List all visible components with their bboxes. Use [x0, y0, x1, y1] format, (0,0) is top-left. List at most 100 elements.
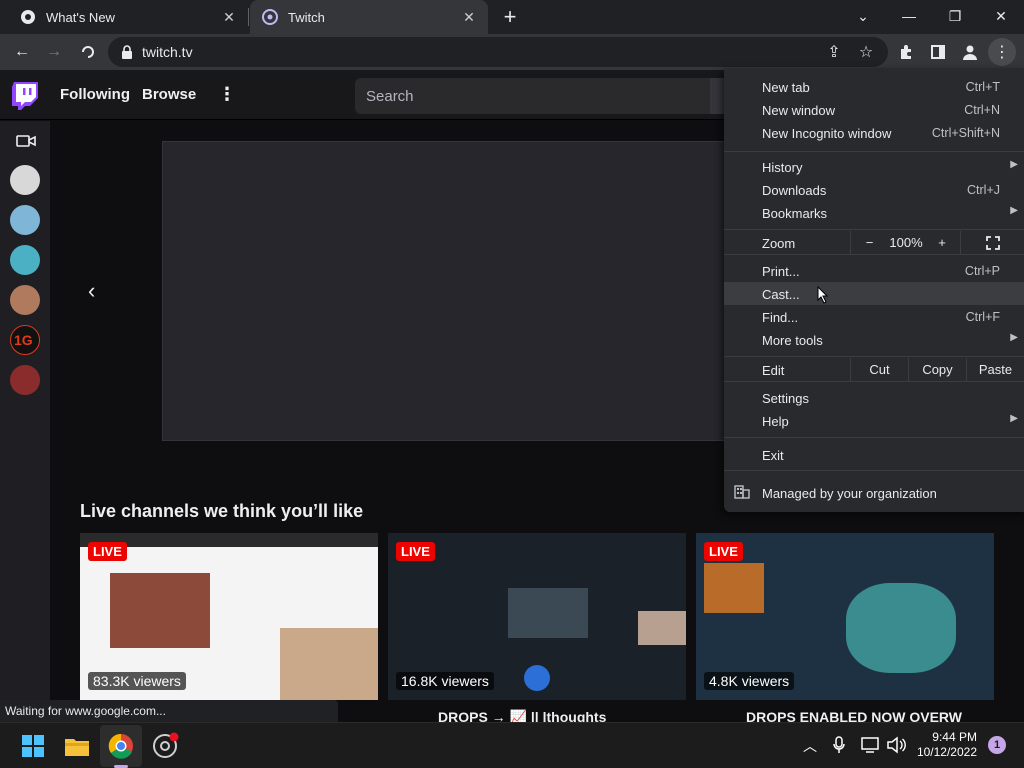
menu-bookmarks[interactable]: Bookmarks ▶: [724, 201, 1024, 224]
menu-downloads[interactable]: Downloads Ctrl+J: [724, 178, 1024, 201]
stream-card[interactable]: LIVE 83.3K viewers: [80, 533, 378, 700]
new-tab-button[interactable]: +: [498, 4, 522, 30]
taskbar-clock[interactable]: 9:44 PM 10/12/2022: [917, 730, 977, 760]
volume-icon[interactable]: [886, 736, 906, 754]
menu-divider: [724, 356, 1024, 357]
menu-label: More tools: [762, 333, 823, 348]
menu-label: New tab: [762, 80, 810, 95]
network-icon[interactable]: [860, 736, 880, 754]
submenu-arrow-icon: ▶: [1010, 332, 1018, 343]
menu-new-tab[interactable]: New tab Ctrl+T: [724, 75, 1024, 98]
followed-channels-sidebar: 1G: [0, 121, 50, 701]
restore-button[interactable]: ❐: [932, 0, 978, 32]
carousel-prev-icon[interactable]: ‹: [88, 278, 108, 306]
live-badge: LIVE: [88, 542, 127, 561]
menu-shortcut: Ctrl+P: [964, 264, 1000, 278]
live-badge: LIVE: [704, 542, 743, 561]
menu-help[interactable]: Help ▶: [724, 409, 1024, 432]
extensions-icon[interactable]: [892, 38, 920, 66]
close-window-button[interactable]: ✕: [978, 0, 1024, 32]
menu-edit-row: Edit Cut Copy Paste: [724, 358, 1024, 381]
menu-shortcut: Ctrl+T: [965, 80, 1000, 94]
fullscreen-icon[interactable]: [960, 231, 1024, 254]
tab-whats-new[interactable]: What's New ✕: [8, 0, 248, 34]
show-hidden-icons-icon[interactable]: ︿: [803, 736, 817, 756]
menu-label: History: [762, 160, 803, 175]
menu-exit[interactable]: Exit: [724, 443, 1024, 466]
tab-strip: What's New ✕ Twitch ✕ + ⌄ — ❐ ✕: [0, 0, 1024, 34]
nav-browse[interactable]: Browse: [142, 86, 196, 103]
tab-title: Twitch: [288, 9, 325, 25]
zoom-in-button[interactable]: +: [924, 231, 960, 254]
channel-avatar[interactable]: 1G: [10, 325, 40, 355]
search-button[interactable]: [710, 78, 724, 114]
microphone-icon[interactable]: [832, 736, 846, 754]
menu-new-window[interactable]: New window Ctrl+N: [724, 98, 1024, 121]
channel-avatar[interactable]: [10, 245, 40, 275]
stream-card[interactable]: LIVE 4.8K viewers: [696, 533, 994, 700]
menu-divider: [724, 254, 1024, 255]
obs-recorder-icon[interactable]: [150, 731, 180, 761]
share-icon[interactable]: ⇪: [820, 38, 848, 66]
tab-separator: [248, 8, 249, 26]
thumbnail-product-image: [110, 573, 210, 648]
menu-history[interactable]: History ▶: [724, 155, 1024, 178]
clock-time: 9:44 PM: [932, 730, 977, 744]
menu-shortcut: Ctrl+J: [967, 183, 1000, 197]
stream-card[interactable]: LIVE 16.8K viewers: [388, 533, 686, 700]
channel-logo-icon: 1G: [14, 332, 33, 348]
video-camera-icon[interactable]: [16, 133, 36, 149]
forward-icon[interactable]: →: [40, 38, 68, 66]
tab-search-icon[interactable]: ⌄: [840, 0, 886, 32]
cut-button[interactable]: Cut: [850, 358, 908, 381]
menu-cast[interactable]: Cast...: [724, 282, 1024, 305]
menu-settings[interactable]: Settings: [724, 386, 1024, 409]
bookmark-star-icon[interactable]: ☆: [852, 38, 880, 66]
twitch-logo-icon[interactable]: [12, 82, 38, 110]
file-explorer-icon[interactable]: [62, 731, 92, 761]
menu-divider: [724, 229, 1024, 230]
menu-label: Downloads: [762, 183, 827, 198]
search-input[interactable]: [355, 78, 710, 114]
url-text: twitch.tv: [142, 44, 193, 60]
channel-avatar[interactable]: [10, 285, 40, 315]
viewer-count: 83.3K viewers: [88, 672, 186, 690]
profile-icon[interactable]: [956, 38, 984, 66]
menu-more-tools[interactable]: More tools ▶: [724, 328, 1024, 351]
chrome-menu-icon[interactable]: ⋮: [988, 38, 1016, 66]
back-icon[interactable]: ←: [8, 38, 36, 66]
menu-new-incognito[interactable]: New Incognito window Ctrl+Shift+N: [724, 121, 1024, 144]
menu-label: Cast...: [762, 287, 800, 302]
twitch-top-nav: Following Browse ⋮: [0, 70, 724, 120]
featured-stream-player[interactable]: [162, 141, 724, 441]
tab-twitch[interactable]: Twitch ✕: [250, 0, 488, 34]
menu-managed[interactable]: Managed by your organization: [724, 481, 1024, 504]
channel-avatar[interactable]: [10, 365, 40, 395]
minimize-button[interactable]: —: [886, 0, 932, 32]
menu-label: Print...: [762, 264, 800, 279]
windows-start-icon[interactable]: [18, 731, 48, 761]
mouse-cursor-icon: [817, 286, 829, 304]
menu-label: New window: [762, 103, 835, 118]
side-panel-icon[interactable]: [924, 38, 952, 66]
chrome-taskbar-icon[interactable]: [106, 731, 136, 761]
address-bar[interactable]: twitch.tv ⇪ ☆: [108, 37, 888, 67]
more-options-icon[interactable]: ⋮: [218, 84, 236, 106]
nav-following[interactable]: Following: [60, 86, 130, 103]
paste-button[interactable]: Paste: [966, 358, 1024, 381]
stop-loading-icon[interactable]: [74, 38, 102, 66]
thumbnail-webcam: [704, 563, 764, 613]
lock-icon[interactable]: [120, 44, 134, 60]
copy-button[interactable]: Copy: [908, 358, 966, 381]
close-tab-icon[interactable]: ✕: [218, 6, 240, 28]
menu-label: Help: [762, 414, 789, 429]
windows-taskbar: ︿ 9:44 PM 10/12/2022 1: [0, 722, 1024, 768]
menu-divider: [724, 151, 1024, 152]
channel-avatar[interactable]: [10, 165, 40, 195]
menu-find[interactable]: Find... Ctrl+F: [724, 305, 1024, 328]
notification-badge[interactable]: 1: [988, 736, 1006, 754]
menu-print[interactable]: Print... Ctrl+P: [724, 259, 1024, 282]
close-tab-icon[interactable]: ✕: [458, 6, 480, 28]
zoom-out-button[interactable]: −: [850, 231, 888, 254]
channel-avatar[interactable]: [10, 205, 40, 235]
